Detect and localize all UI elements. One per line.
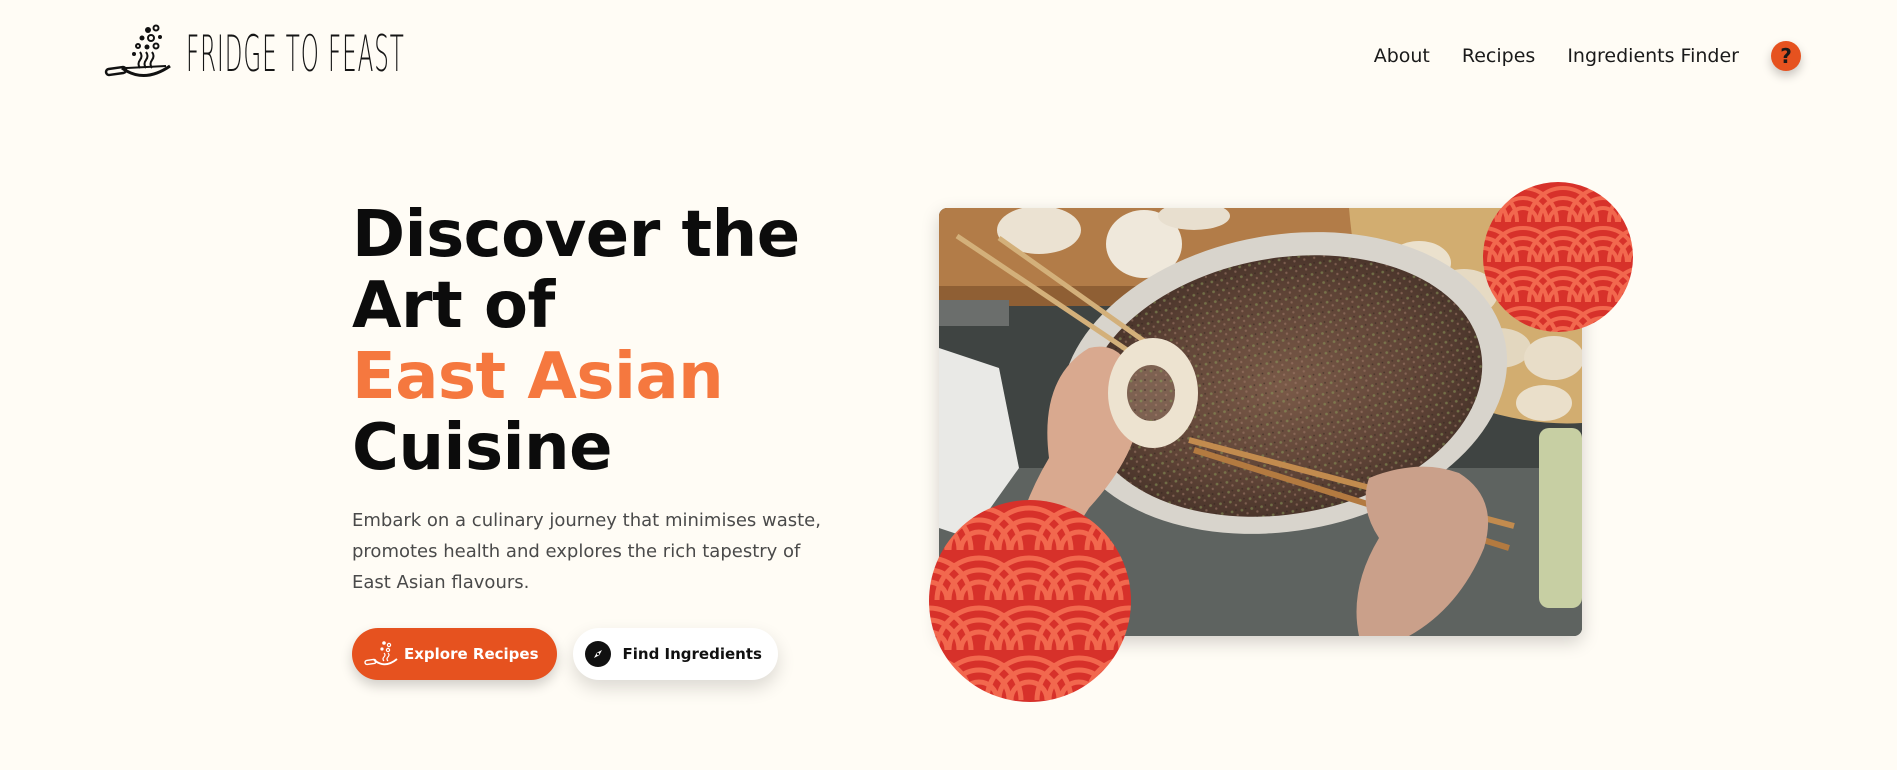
nav-about[interactable]: About — [1374, 38, 1430, 74]
hero-actions: Explore Recipes Find Ingredients — [352, 628, 778, 680]
hero-title-line-4: Cuisine — [352, 411, 612, 485]
compass-icon — [584, 641, 611, 667]
hero-title-line-1: Discover the — [352, 198, 800, 272]
brand-logo[interactable]: FRIDGE TO FEAST — [104, 24, 662, 84]
decorative-wave-circle-top — [1483, 182, 1633, 332]
hero-description: Embark on a culinary journey that minimi… — [352, 510, 821, 593]
nav-recipes[interactable]: Recipes — [1462, 38, 1535, 74]
explore-recipes-label: Explore Recipes — [404, 645, 539, 663]
hero-title-accent: East Asian — [352, 340, 724, 414]
wave-pattern-icon — [1483, 182, 1633, 332]
wok-logo-icon — [104, 24, 171, 77]
wave-pattern-icon — [929, 500, 1131, 702]
explore-recipes-button[interactable]: Explore Recipes — [352, 628, 557, 680]
site-header: FRIDGE TO FEAST About Recipes Ingredient… — [0, 0, 1897, 112]
main-nav: About Recipes Ingredients Finder ? — [1342, 38, 1801, 74]
nav-ingredients-finder[interactable]: Ingredients Finder — [1567, 38, 1739, 74]
brand-name: FRIDGE TO FEAST — [186, 25, 405, 83]
help-button[interactable]: ? — [1771, 41, 1801, 71]
hero-title-line-2: Art of — [352, 269, 555, 343]
wok-icon — [364, 641, 398, 666]
decorative-wave-circle-bottom — [929, 500, 1131, 702]
find-ingredients-label: Find Ingredients — [622, 645, 762, 663]
find-ingredients-button[interactable]: Find Ingredients — [572, 628, 778, 680]
hero-title: Discover the Art of East Asian Cuisine — [352, 200, 800, 484]
question-mark-icon: ? — [1780, 44, 1792, 68]
